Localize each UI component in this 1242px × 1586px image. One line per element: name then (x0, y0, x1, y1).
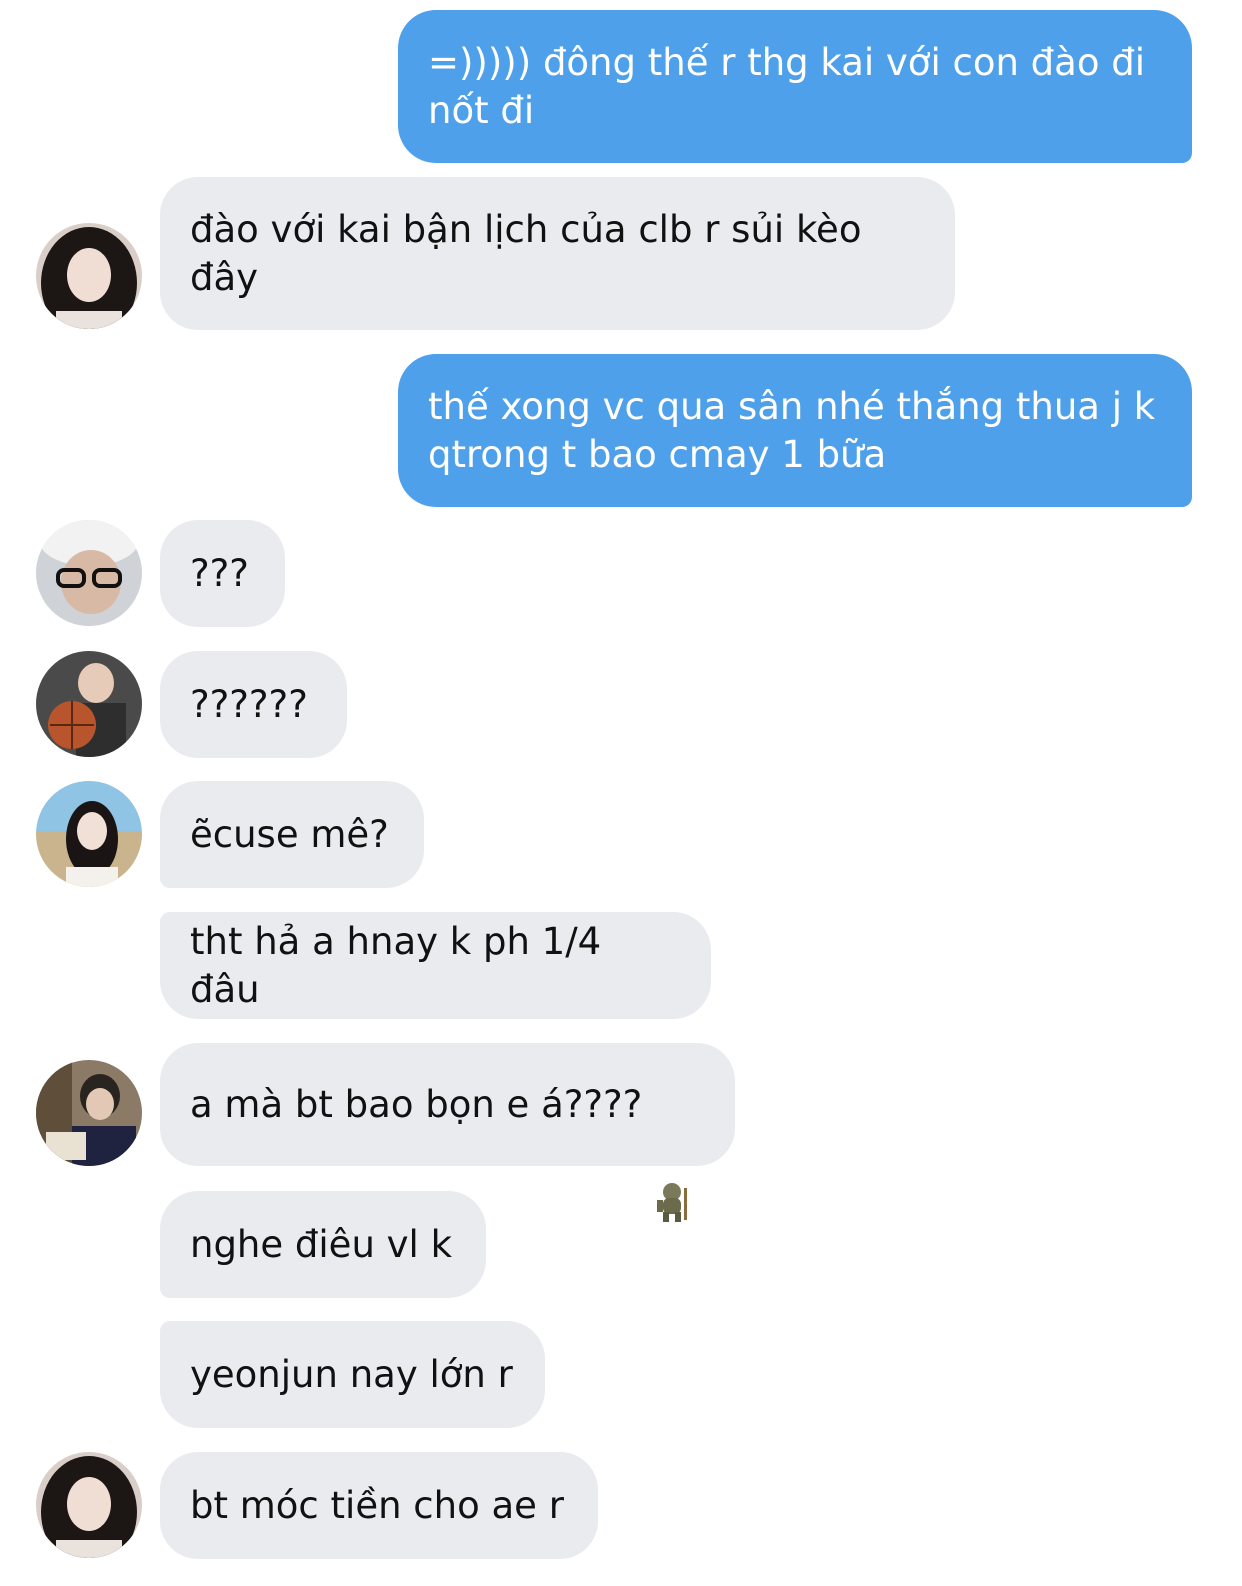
avatar-boy-glasses-icon[interactable] (36, 520, 142, 626)
message-bubble-incoming[interactable]: đào với kai bận lịch của clb r sủi kèo đ… (160, 177, 955, 330)
message-bubble-incoming[interactable]: bt móc tiền cho ae r (160, 1452, 598, 1559)
avatar-girl-dark-hair-icon[interactable] (36, 223, 142, 329)
message-text: bt móc tiền cho ae r (190, 1483, 564, 1527)
message-bubble-incoming[interactable]: ẽcuse mê? (160, 781, 424, 888)
message-text: nghe điêu vl k (190, 1222, 453, 1266)
message-text: thế xong vc qua sân nhé thắng thua j k q… (428, 384, 1156, 476)
troll-emoji-icon (654, 1084, 690, 1222)
message-text: yeonjun nay lớn r (190, 1352, 513, 1396)
message-bubble-incoming[interactable]: ?????? (160, 651, 347, 758)
message-bubble-incoming[interactable]: a mà bt bao bọn e á???? (160, 1043, 735, 1222)
message-bubble-incoming[interactable]: yeonjun nay lớn r (160, 1321, 545, 1428)
message-text: tht hả a hnay k ph 1/4 đâu (190, 919, 613, 1011)
message-text: ẽcuse mê? (190, 812, 389, 856)
message-text: đào với kai bận lịch của clb r sủi kèo đ… (190, 207, 862, 299)
message-bubble-incoming[interactable]: tht hả a hnay k ph 1/4 đâu (160, 912, 711, 1019)
avatar-girl-beach-icon[interactable] (36, 781, 142, 887)
avatar-boy-basketball-icon[interactable] (36, 651, 142, 757)
message-text: =))))) đông thế r thg kai với con đào đi… (428, 40, 1146, 132)
message-text: a mà bt bao bọn e á???? (190, 1082, 643, 1126)
avatar-girl-dark-hair-icon[interactable] (36, 1452, 142, 1558)
message-bubble-outgoing[interactable]: =))))) đông thế r thg kai với con đào đi… (398, 10, 1192, 163)
message-bubble-incoming[interactable]: nghe điêu vl k (160, 1191, 486, 1298)
message-text: ??? (190, 551, 249, 595)
avatar-boy-reading-icon[interactable] (36, 1060, 142, 1166)
message-text: ?????? (190, 682, 308, 726)
message-bubble-incoming[interactable]: ??? (160, 520, 285, 627)
message-bubble-outgoing[interactable]: thế xong vc qua sân nhé thắng thua j k q… (398, 354, 1192, 507)
